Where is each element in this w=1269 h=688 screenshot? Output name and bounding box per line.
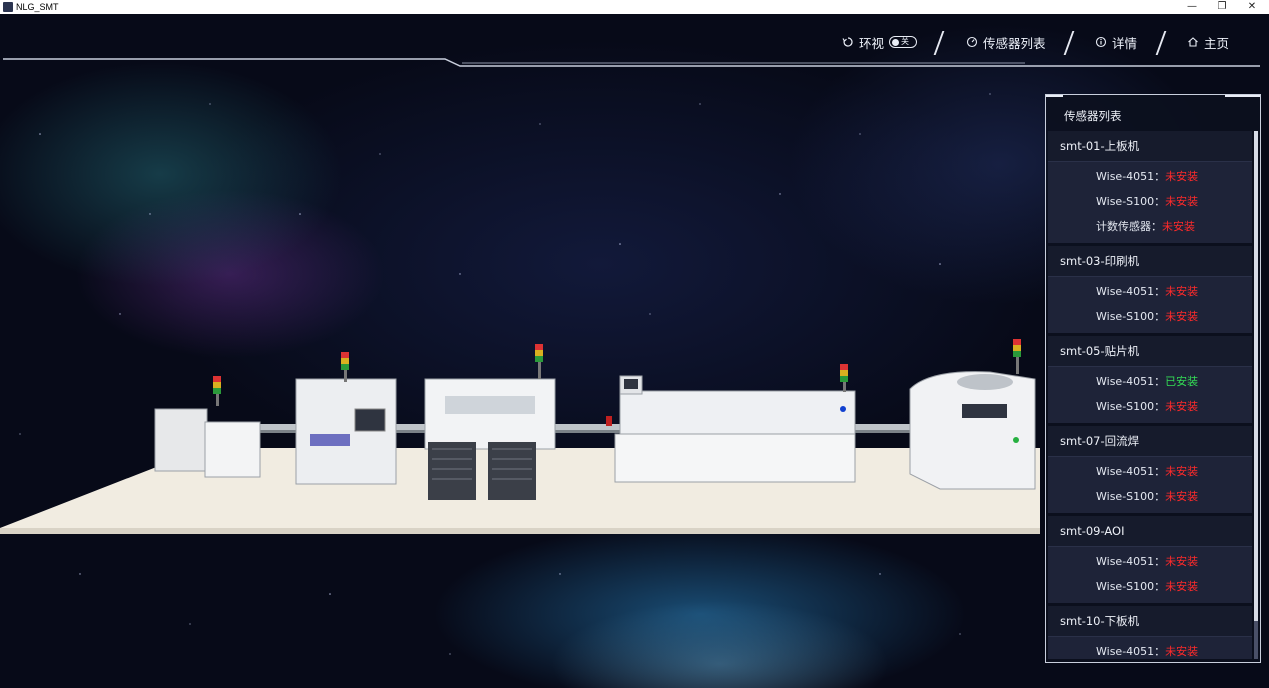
- sensor-row: Wise-S100：未安装: [1048, 304, 1252, 329]
- sensor-group: smt-05-贴片机 Wise-4051：已安装 Wise-S100：未安装: [1048, 336, 1252, 423]
- nav-details-label: 详情: [1112, 35, 1138, 51]
- sensor-row: Wise-4051：未安装: [1048, 549, 1252, 574]
- info-icon: [1095, 36, 1107, 48]
- panel-corner-decoration: [1046, 95, 1063, 97]
- sensor-status: 未安装: [1165, 645, 1199, 658]
- machine-aoi: [909, 339, 1036, 490]
- sensor-row: Wise-4051：未安装: [1048, 164, 1252, 189]
- sensor-group-body: Wise-4051：未安装 Wise-S100：未安装: [1048, 547, 1252, 603]
- sensor-group-body: Wise-4051：未安装 Wise-S100：未安装 计数传感器：未安装: [1048, 162, 1252, 243]
- sensor-group-header[interactable]: smt-05-贴片机: [1048, 336, 1252, 367]
- nav-home-label: 主页: [1204, 35, 1230, 51]
- sensor-group-header[interactable]: smt-10-下板机: [1048, 606, 1252, 637]
- sensor-status: 未安装: [1165, 465, 1199, 478]
- sensor-status: 未安装: [1165, 555, 1199, 568]
- sensor-label: Wise-4051：: [1096, 285, 1166, 298]
- sensor-group-body: Wise-4051：已安装 Wise-S100：未安装: [1048, 367, 1252, 423]
- sensor-group-body: Wise-4051：未安装 Wise-S100：未安装: [1048, 277, 1252, 333]
- sensor-status: 未安装: [1165, 310, 1199, 323]
- sensor-status: 未安装: [1165, 400, 1199, 413]
- nav-sensor-list-label: 传感器列表: [983, 35, 1046, 51]
- sensor-label: Wise-4051：: [1096, 375, 1166, 388]
- machine-loader: [154, 376, 261, 478]
- sensor-label: Wise-S100：: [1096, 195, 1166, 208]
- smt-production-line-3d-model[interactable]: [0, 334, 1040, 544]
- home-icon: [1188, 37, 1198, 47]
- nav-details[interactable]: 详情: [1095, 34, 1138, 51]
- sensor-row: Wise-S100：未安装: [1048, 394, 1252, 419]
- nav-sensor-list[interactable]: 传感器列表: [966, 34, 1046, 51]
- gauge-icon: [966, 36, 978, 48]
- sensor-status: 未安装: [1165, 170, 1199, 183]
- sensor-row: Wise-4051：已安装: [1048, 369, 1252, 394]
- sensor-row: Wise-S100：未安装: [1048, 189, 1252, 214]
- sensor-label: Wise-4051：: [1096, 555, 1166, 568]
- rotate-icon: [842, 37, 853, 47]
- machine-printer: [295, 352, 397, 485]
- sensor-group-header[interactable]: smt-07-回流焊: [1048, 426, 1252, 457]
- sensor-group: smt-01-上板机 Wise-4051：未安装 Wise-S100：未安装 计数传感…: [1048, 131, 1252, 243]
- sensor-group-header[interactable]: smt-01-上板机: [1048, 131, 1252, 162]
- sensor-status: 已安装: [1165, 375, 1199, 388]
- sensor-label: 计数传感器：: [1096, 220, 1162, 233]
- sensor-group-header[interactable]: smt-09-AOI: [1048, 516, 1252, 547]
- close-button[interactable]: ✕: [1238, 0, 1266, 14]
- sensor-group: smt-10-下板机 Wise-4051：未安装: [1048, 606, 1252, 659]
- panel-corner-decoration: [1225, 95, 1260, 97]
- sensor-status: 未安装: [1165, 490, 1199, 503]
- toggle-state-label: 关: [901, 37, 910, 46]
- sensor-label: Wise-4051：: [1096, 645, 1166, 658]
- sensor-label: Wise-4051：: [1096, 465, 1166, 478]
- machine-pick-and-place: [424, 344, 556, 500]
- nav-surround-view[interactable]: 环视 关: [842, 34, 918, 51]
- 3d-scene-viewport[interactable]: 环视 关 传感器列表 详情 主页 传感器列表 smt-01-上板机 Wise-4…: [0, 14, 1269, 688]
- window-title-bar: NLG_SMT — ❐ ✕: [0, 0, 1269, 14]
- sensor-row: 计数传感器：未安装: [1048, 214, 1252, 239]
- scrollbar-thumb[interactable]: [1254, 131, 1258, 621]
- sensor-row: Wise-4051：未安装: [1048, 459, 1252, 484]
- surround-toggle[interactable]: 关: [889, 36, 918, 48]
- panel-scrollbar[interactable]: [1254, 131, 1258, 659]
- sensor-status: 未安装: [1162, 220, 1195, 233]
- sensor-status: 未安装: [1165, 195, 1199, 208]
- sensor-group: smt-03-印刷机 Wise-4051：未安装 Wise-S100：未安装: [1048, 246, 1252, 333]
- sensor-label: Wise-S100：: [1096, 490, 1166, 503]
- sensor-label: Wise-S100：: [1096, 580, 1166, 593]
- sensor-group: smt-07-回流焊 Wise-4051：未安装 Wise-S100：未安装: [1048, 426, 1252, 513]
- sensor-list-panel: 传感器列表 smt-01-上板机 Wise-4051：未安装 Wise-S100：未…: [1045, 94, 1261, 663]
- toggle-knob: [892, 38, 900, 46]
- restore-button[interactable]: ❐: [1208, 0, 1236, 14]
- sensor-group: smt-09-AOI Wise-4051：未安装 Wise-S100：未安装: [1048, 516, 1252, 603]
- sensor-group-body: Wise-4051：未安装: [1048, 637, 1252, 659]
- sensor-row: Wise-4051：未安装: [1048, 279, 1252, 304]
- panel-title: 传感器列表: [1064, 109, 1122, 123]
- sensor-label: Wise-S100：: [1096, 400, 1166, 413]
- sensor-row: Wise-S100：未安装: [1048, 574, 1252, 599]
- header-divider-lines: [3, 58, 1260, 67]
- sensor-label: Wise-4051：: [1096, 170, 1166, 183]
- minimize-button[interactable]: —: [1178, 0, 1206, 14]
- sensor-group-list[interactable]: smt-01-上板机 Wise-4051：未安装 Wise-S100：未安装 计数传感…: [1048, 131, 1252, 659]
- app-icon: [3, 2, 13, 12]
- nav-home[interactable]: 主页: [1187, 34, 1230, 51]
- sensor-status: 未安装: [1165, 285, 1199, 298]
- sensor-row: Wise-S100：未安装: [1048, 484, 1252, 509]
- sensor-status: 未安装: [1165, 580, 1199, 593]
- sensor-group-body: Wise-4051：未安装 Wise-S100：未安装: [1048, 457, 1252, 513]
- sensor-group-header[interactable]: smt-03-印刷机: [1048, 246, 1252, 277]
- machine-reflow-oven: [606, 364, 856, 483]
- sensor-label: Wise-S100：: [1096, 310, 1166, 323]
- sensor-row: Wise-4051：未安装: [1048, 639, 1252, 659]
- window-title: NLG_SMT: [16, 2, 59, 12]
- nav-surround-label: 环视: [859, 35, 885, 51]
